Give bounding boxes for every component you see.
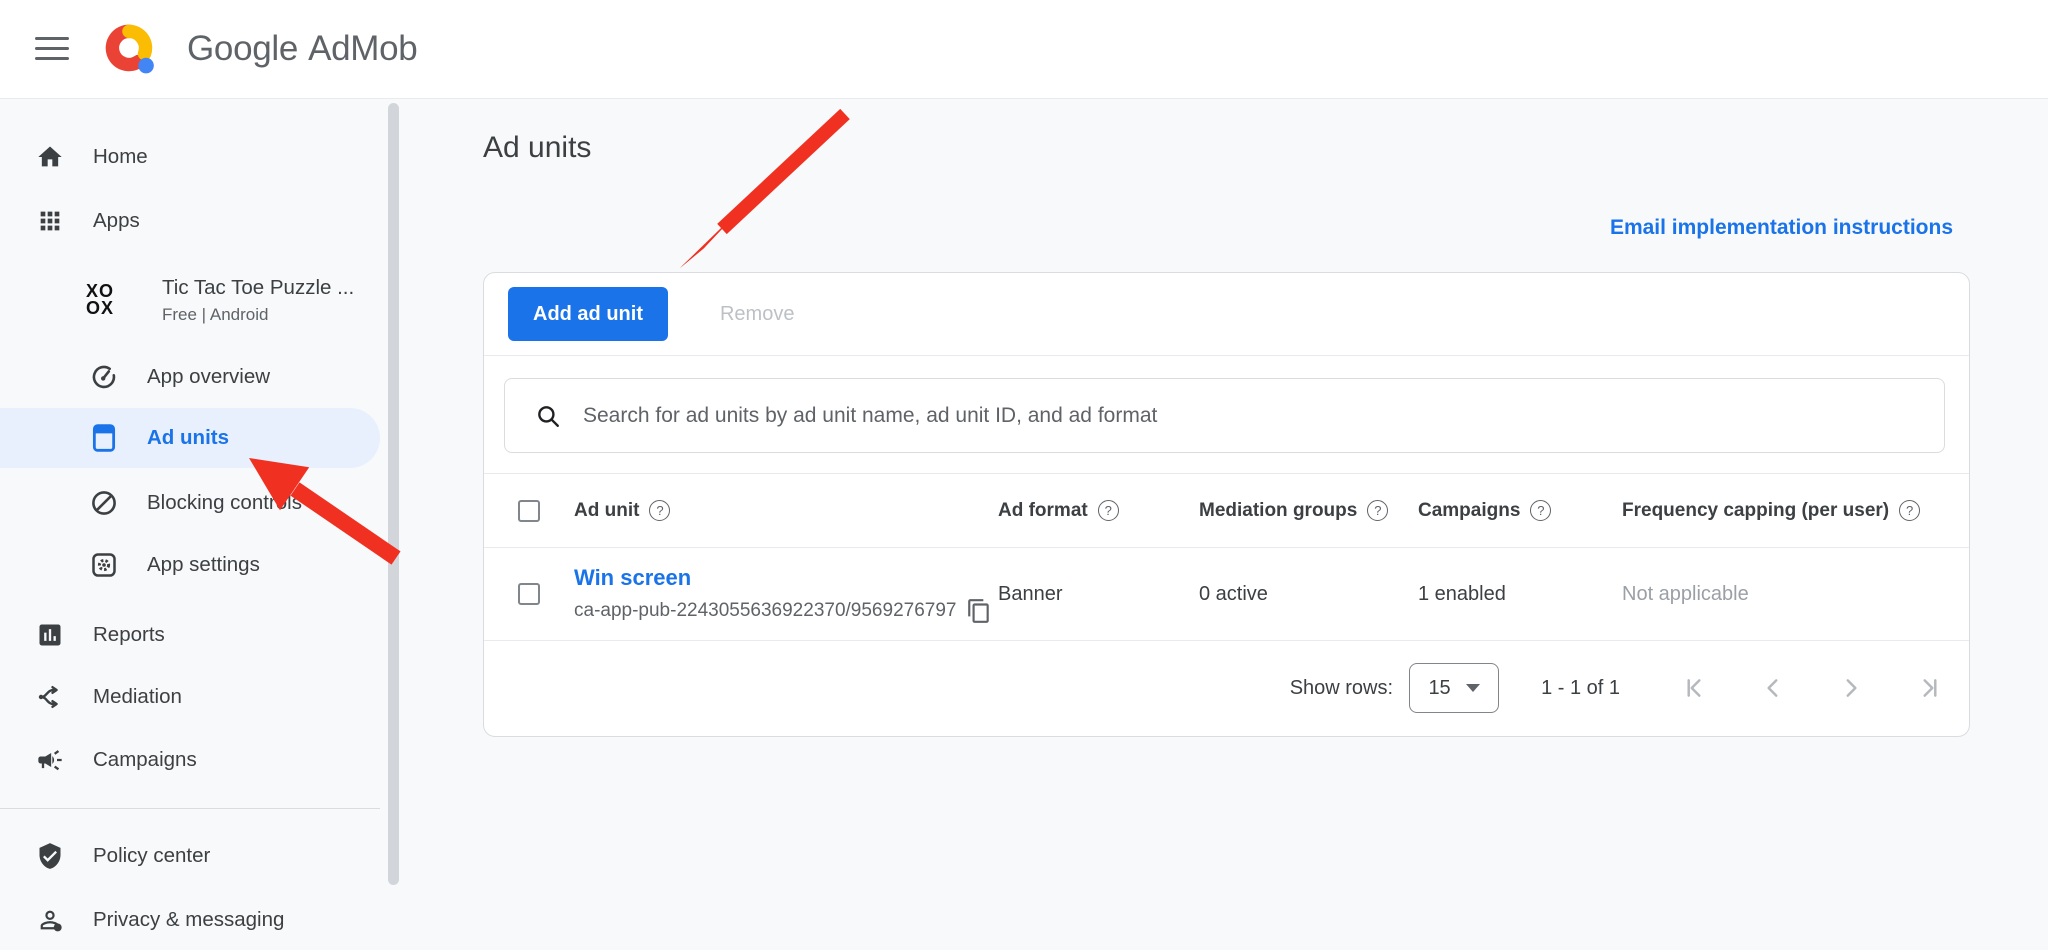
- next-page-icon[interactable]: [1838, 675, 1864, 701]
- sidebar-item-blocking-controls[interactable]: Blocking controls: [0, 472, 380, 534]
- sidebar-item-label: Policy center: [93, 844, 210, 868]
- ad-unit-cell: Win screen ca-app-pub-2243055636922370/9…: [574, 565, 998, 624]
- rows-per-page-value: 15: [1428, 677, 1450, 700]
- sidebar-item-label: Reports: [93, 623, 165, 647]
- toolbar: Add ad unit Remove: [484, 273, 1969, 356]
- sidebar-item-label: Apps: [93, 209, 140, 233]
- reports-chart-icon: [36, 621, 64, 649]
- menu-icon[interactable]: [35, 37, 69, 61]
- sidebar-item-label: App overview: [147, 365, 270, 389]
- show-rows-label: Show rows:: [1290, 677, 1393, 700]
- app-meta: Free | Android: [162, 305, 354, 325]
- block-icon: [90, 489, 118, 517]
- sidebar-item-label: Campaigns: [93, 748, 197, 772]
- rows-per-page-select[interactable]: 15: [1409, 663, 1499, 713]
- sidebar-item-label: Privacy & messaging: [93, 908, 284, 932]
- megaphone-icon: [36, 746, 64, 774]
- ad-format-cell: Banner: [998, 583, 1199, 606]
- last-page-icon[interactable]: [1916, 675, 1942, 701]
- help-icon[interactable]: ?: [649, 500, 670, 521]
- person-badge-icon: [36, 906, 64, 934]
- home-icon: [36, 143, 64, 171]
- dropdown-caret-icon: [1466, 684, 1480, 692]
- first-page-icon[interactable]: [1682, 675, 1708, 701]
- sidebar-item-label: Ad units: [147, 426, 229, 450]
- ad-units-icon: [90, 424, 118, 452]
- gauge-icon: [90, 363, 118, 391]
- tic-tac-toe-app-icon: XO OX: [80, 280, 120, 320]
- mediation-icon: [36, 683, 64, 711]
- apps-grid-icon: [36, 207, 64, 235]
- sidebar-item-label: Home: [93, 145, 148, 169]
- select-all-checkbox[interactable]: [518, 500, 540, 522]
- remove-button[interactable]: Remove: [714, 302, 800, 327]
- page-title: Ad units: [483, 131, 591, 165]
- mediation-groups-cell: 0 active: [1199, 583, 1418, 606]
- sidebar-item-mediation[interactable]: Mediation: [0, 666, 380, 728]
- app-name: Tic Tac Toe Puzzle ...: [162, 276, 354, 300]
- sidebar-item-apps[interactable]: Apps: [0, 190, 380, 252]
- admob-logo-icon: [101, 20, 159, 78]
- brand-google: Google: [187, 29, 298, 69]
- column-header-ad-unit: Ad unit ?: [574, 500, 998, 522]
- ad-units-card: Add ad unit Remove Ad unit ? Ad format ?…: [483, 272, 1970, 737]
- sidebar-nav: Home Apps XO OX Tic Tac Toe Puzzle ... F…: [0, 98, 402, 950]
- page-range-label: 1 - 1 of 1: [1541, 677, 1620, 700]
- add-ad-unit-button[interactable]: Add ad unit: [508, 287, 668, 341]
- sidebar-item-campaigns[interactable]: Campaigns: [0, 729, 380, 791]
- email-implementation-link[interactable]: Email implementation instructions: [1610, 216, 1953, 240]
- sidebar-item-label: Blocking controls: [147, 491, 302, 515]
- top-app-bar: Google AdMob: [0, 0, 2048, 99]
- product-name: Google AdMob: [187, 0, 417, 98]
- sidebar-item-reports[interactable]: Reports: [0, 604, 380, 666]
- row-checkbox[interactable]: [518, 583, 540, 605]
- copy-icon[interactable]: [966, 598, 992, 624]
- search-input[interactable]: [581, 403, 1944, 429]
- sidebar-item-ad-units[interactable]: Ad units: [0, 408, 380, 468]
- column-header-ad-format: Ad format ?: [998, 500, 1199, 522]
- search-icon: [535, 403, 561, 429]
- shield-check-icon: [36, 842, 64, 870]
- sidebar-divider: [0, 808, 380, 809]
- sidebar-item-policy-center[interactable]: Policy center: [0, 825, 380, 887]
- sidebar-item-label: Mediation: [93, 685, 182, 709]
- help-icon[interactable]: ?: [1367, 500, 1388, 521]
- campaigns-cell: 1 enabled: [1418, 583, 1622, 606]
- help-icon[interactable]: ?: [1098, 500, 1119, 521]
- table-row: Win screen ca-app-pub-2243055636922370/9…: [484, 548, 1969, 641]
- help-icon[interactable]: ?: [1530, 500, 1551, 521]
- sidebar-item-label: App settings: [147, 553, 260, 577]
- sidebar-item-privacy-messaging[interactable]: Privacy & messaging: [0, 889, 380, 951]
- ad-unit-name-link[interactable]: Win screen: [574, 565, 998, 591]
- column-header-mediation-groups: Mediation groups ?: [1199, 500, 1418, 522]
- search-bar: [504, 378, 1945, 453]
- app-settings-icon: [90, 551, 118, 579]
- pagination-bar: Show rows: 15 1 - 1 of 1: [484, 641, 1969, 735]
- column-header-campaigns: Campaigns ?: [1418, 500, 1622, 522]
- sidebar-item-app-overview[interactable]: App overview: [0, 346, 380, 408]
- brand-admob: AdMob: [308, 29, 417, 69]
- help-icon[interactable]: ?: [1899, 500, 1920, 521]
- table-header-row: Ad unit ? Ad format ? Mediation groups ?…: [484, 473, 1969, 548]
- previous-page-icon[interactable]: [1760, 675, 1786, 701]
- frequency-capping-cell: Not applicable: [1622, 583, 1969, 606]
- sidebar-item-home[interactable]: Home: [0, 126, 380, 188]
- ad-unit-id: ca-app-pub-2243055636922370/9569276797: [574, 600, 956, 622]
- column-header-frequency-capping: Frequency capping (per user) ?: [1622, 500, 1969, 522]
- sidebar-item-app-settings[interactable]: App settings: [0, 534, 380, 596]
- sidebar-scrollbar[interactable]: [388, 103, 399, 885]
- sidebar-app-entry[interactable]: XO OX Tic Tac Toe Puzzle ... Free | Andr…: [0, 264, 380, 336]
